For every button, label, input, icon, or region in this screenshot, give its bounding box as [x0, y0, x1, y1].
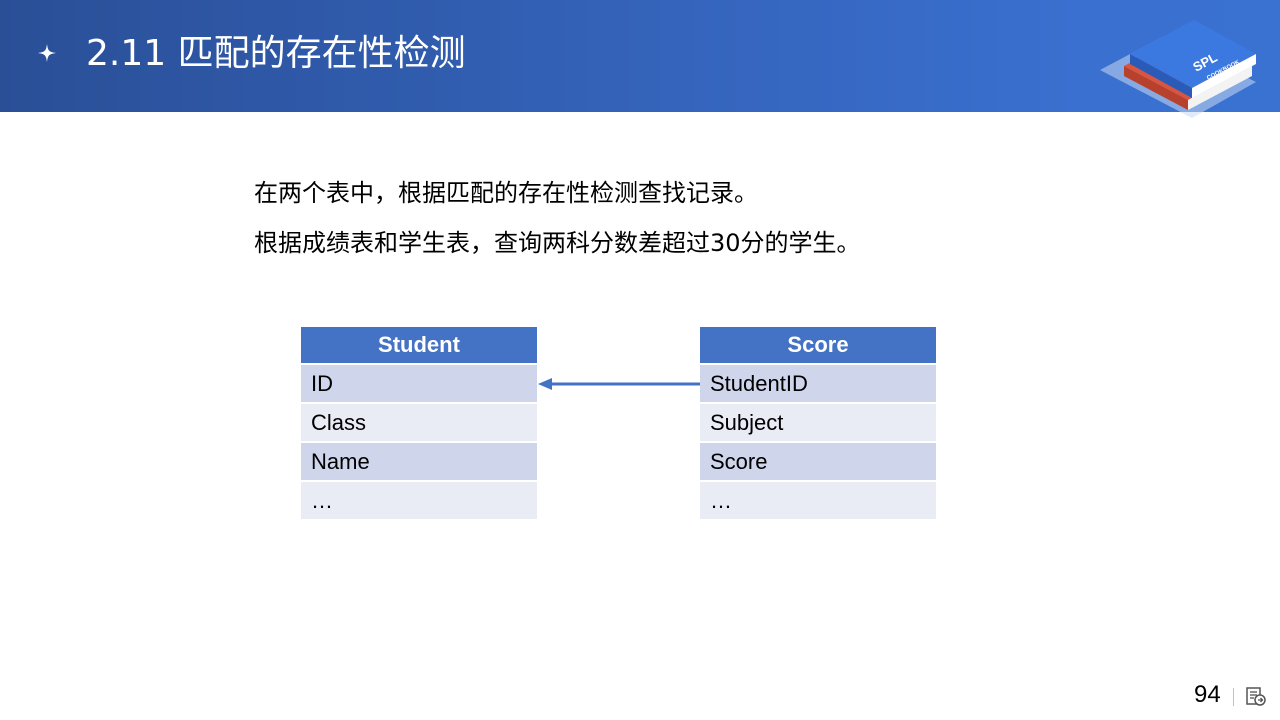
score-field-row: Score: [700, 443, 936, 480]
student-field-row: ID: [301, 365, 537, 402]
score-field-row: …: [700, 482, 936, 519]
document-icon[interactable]: [1245, 685, 1267, 707]
student-field-row: Class: [301, 404, 537, 441]
score-field-row: Subject: [700, 404, 936, 441]
description-line-1: 在两个表中，根据匹配的存在性检测查找记录。: [254, 179, 758, 207]
score-table: Score StudentID Subject Score …: [700, 327, 936, 521]
description-line-2: 根据成绩表和学生表，查询两科分数差超过30分的学生。: [254, 229, 861, 257]
page-title: 2.11 匹配的存在性检测: [86, 33, 466, 74]
arrow-left-icon: [538, 378, 702, 390]
student-table: Student ID Class Name …: [301, 327, 537, 521]
slide: 2.11 匹配的存在性检测 SPL COOKBOOK 在两个表中，根据匹配的存在…: [0, 0, 1280, 720]
student-field-row: Name: [301, 443, 537, 480]
spl-cookbook-logo: SPL COOKBOOK: [1100, 20, 1256, 118]
header-bar: 2.11 匹配的存在性检测 SPL COOKBOOK: [0, 0, 1280, 118]
score-field-row: StudentID: [700, 365, 936, 402]
student-field-row: …: [301, 482, 537, 519]
footer-divider: [1233, 688, 1234, 706]
score-table-header: Score: [700, 327, 936, 363]
sparkle-icon: [38, 44, 56, 62]
page-number: 94: [1194, 681, 1221, 708]
description: 在两个表中，根据匹配的存在性检测查找记录。 根据成绩表和学生表，查询两科分数差超…: [254, 168, 861, 268]
student-table-header: Student: [301, 327, 537, 363]
